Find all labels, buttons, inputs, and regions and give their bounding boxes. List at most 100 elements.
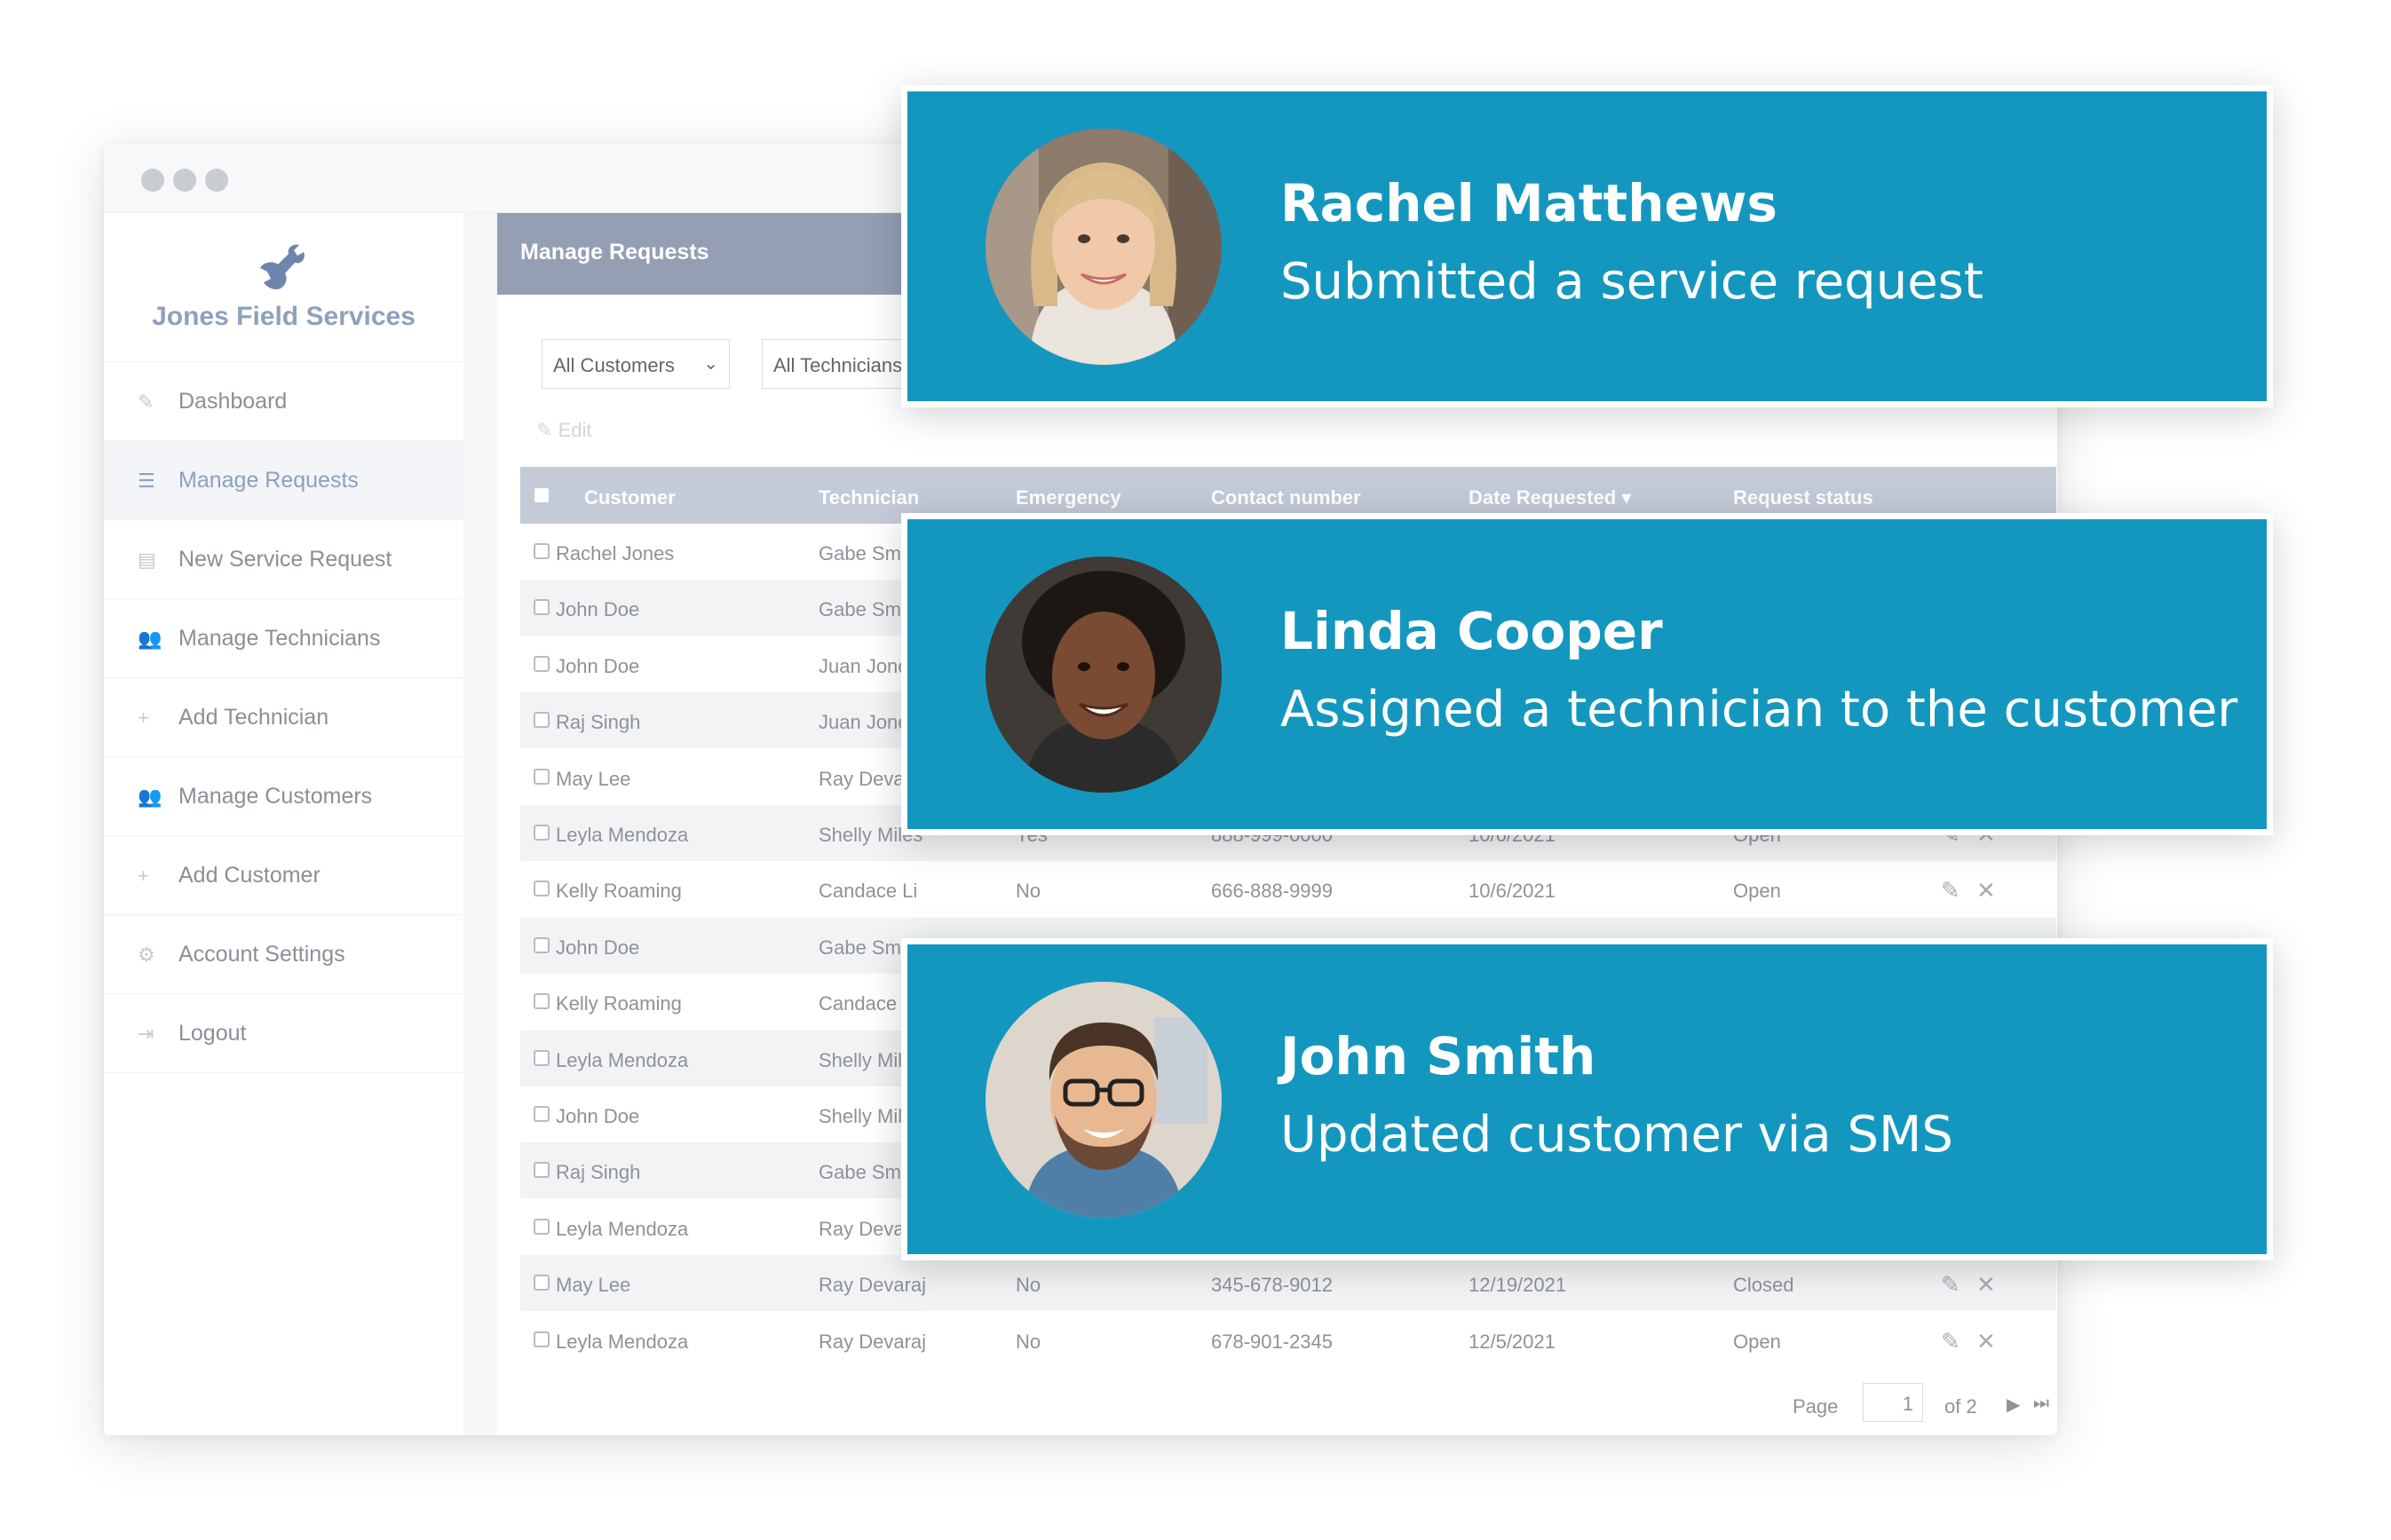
edit-row-icon[interactable]: ✎ xyxy=(1941,1328,1960,1355)
cell-customer: Kelly Roaming xyxy=(556,992,682,1015)
row-checkbox[interactable] xyxy=(534,655,550,672)
cell-customer: Leyla Mendoza xyxy=(556,824,689,846)
row-checkbox[interactable] xyxy=(534,1049,550,1066)
edit-row-icon[interactable]: ✎ xyxy=(1941,877,1960,904)
row-checkbox[interactable] xyxy=(534,1331,550,1347)
customer-filter-select[interactable]: All Customers ⌄ xyxy=(542,339,730,389)
last-page-icon[interactable]: ⏭ xyxy=(2033,1394,2049,1414)
notification-name: Linda Cooper xyxy=(1280,601,1663,661)
sidebar-item-new-service-request[interactable]: ▤ New Service Request xyxy=(104,520,463,599)
window-dot-close[interactable] xyxy=(141,169,164,192)
edit-label: Edit xyxy=(558,419,592,441)
notification-card[interactable]: Rachel Matthews Submitted a service requ… xyxy=(901,85,2273,407)
row-checkbox[interactable] xyxy=(534,712,550,729)
notification-name: John Smith xyxy=(1280,1026,1596,1086)
next-page-icon[interactable]: ▶ xyxy=(2007,1394,2020,1416)
user-plus-icon: + xyxy=(138,707,149,729)
cell-customer: John Doe xyxy=(556,1105,640,1127)
window-dot-minimize[interactable] xyxy=(173,169,196,192)
cell-contact: 345-678-9012 xyxy=(1211,1274,1334,1297)
brand[interactable]: Jones Field Services xyxy=(104,213,463,362)
col-customer[interactable]: Customer xyxy=(584,486,676,509)
sidebar: Jones Field Services ✎ Dashboard ☰ Manage R… xyxy=(104,213,463,1435)
sidebar-item-dashboard[interactable]: ✎ Dashboard xyxy=(104,362,463,441)
sidebar-item-label: Add Technician xyxy=(178,705,329,730)
row-checkbox[interactable] xyxy=(534,825,550,841)
technician-filter-value: All Technicians xyxy=(773,354,903,376)
edit-button[interactable]: ✎ Edit xyxy=(536,419,591,442)
sidebar-item-label: Add Customer xyxy=(178,863,321,888)
col-date-requested[interactable]: Date Requested ▾ xyxy=(1469,486,1631,509)
col-request-status[interactable]: Request status xyxy=(1733,486,1873,509)
sidebar-item-label: New Service Request xyxy=(178,547,392,572)
cell-customer: Leyla Mendoza xyxy=(556,1217,689,1240)
notification-card[interactable]: Linda Cooper Assigned a technician to th… xyxy=(901,513,2273,835)
sidebar-item-add-customer[interactable]: + Add Customer xyxy=(104,836,463,915)
cell-technician: Ray Devaraj xyxy=(819,1274,927,1297)
avatar xyxy=(986,982,1222,1218)
row-checkbox[interactable] xyxy=(534,599,550,616)
document-icon: ▤ xyxy=(138,549,156,571)
notification-message: Assigned a technician to the customer xyxy=(1280,681,2238,738)
sidebar-item-add-technician[interactable]: + Add Technician xyxy=(104,678,463,757)
chevron-down-icon: ⌄ xyxy=(703,354,718,374)
sidebar-item-manage-requests[interactable]: ☰ Manage Requests xyxy=(104,441,463,520)
sidebar-item-manage-customers[interactable]: 👥 Manage Customers xyxy=(104,757,463,836)
avatar xyxy=(986,129,1222,365)
row-checkbox[interactable] xyxy=(534,1275,550,1291)
cell-contact: 678-901-2345 xyxy=(1211,1330,1334,1353)
cell-status: Open xyxy=(1733,880,1781,903)
notification-card[interactable]: John Smith Updated customer via SMS xyxy=(901,938,2273,1260)
cell-customer: May Lee xyxy=(556,767,631,790)
sidebar-item-label: Dashboard xyxy=(178,389,288,414)
users-icon: 👥 xyxy=(138,786,162,808)
delete-row-icon[interactable]: ✕ xyxy=(1976,1328,1996,1355)
cell-customer: Leyla Mendoza xyxy=(556,1330,689,1353)
page-label: Page xyxy=(1793,1395,1839,1418)
row-checkbox[interactable] xyxy=(534,1218,550,1235)
avatar-linda-icon xyxy=(986,557,1222,793)
col-contact-number[interactable]: Contact number xyxy=(1211,486,1361,509)
table-row[interactable]: May Lee Ray Devaraj No 345-678-9012 12/19/20… xyxy=(520,1255,2056,1312)
sidebar-item-account-settings[interactable]: ⚙ Account Settings xyxy=(104,915,463,994)
cell-technician: Ray Devaraj xyxy=(819,1330,927,1353)
brand-name: Jones Field Services xyxy=(152,302,416,331)
cell-emergency: No xyxy=(1016,1274,1041,1297)
col-emergency[interactable]: Emergency xyxy=(1016,486,1121,509)
delete-row-icon[interactable]: ✕ xyxy=(1976,1271,1996,1299)
window-dot-maximize[interactable] xyxy=(205,169,228,192)
sidebar-item-logout[interactable]: ⇥ Logout xyxy=(104,994,463,1073)
delete-row-icon[interactable]: ✕ xyxy=(1976,877,1996,904)
table-row[interactable]: Kelly Roaming Candace Li No 666-888-9999 10/… xyxy=(520,861,2056,917)
row-checkbox[interactable] xyxy=(534,881,550,897)
cell-status: Closed xyxy=(1733,1274,1794,1297)
sidebar-item-manage-technicians[interactable]: 👥 Manage Technicians xyxy=(104,599,463,678)
cell-customer: John Doe xyxy=(556,654,640,677)
avatar-john-icon xyxy=(986,982,1222,1218)
select-all-checkbox[interactable] xyxy=(534,488,549,502)
table-row[interactable]: Leyla Mendoza Ray Devaraj No 678-901-2345 12… xyxy=(520,1312,2056,1368)
row-checkbox[interactable] xyxy=(534,768,550,785)
notification-message: Submitted a service request xyxy=(1280,253,1983,311)
page-number-input[interactable]: 1 xyxy=(1863,1383,1923,1422)
user-plus-icon: + xyxy=(138,865,149,887)
cell-customer: Rachel Jones xyxy=(556,542,675,565)
row-checkbox[interactable] xyxy=(534,1106,550,1122)
row-checkbox[interactable] xyxy=(534,936,550,953)
col-technician[interactable]: Technician xyxy=(819,486,919,509)
cell-date: 10/6/2021 xyxy=(1469,880,1556,903)
edit-row-icon[interactable]: ✎ xyxy=(1941,1271,1960,1299)
pencil-icon: ✎ xyxy=(138,391,154,413)
row-checkbox[interactable] xyxy=(534,543,550,559)
cell-customer: Raj Singh xyxy=(556,1161,641,1184)
sidebar-item-label: Manage Requests xyxy=(178,468,359,493)
sort-desc-icon: ▾ xyxy=(1621,486,1632,509)
row-checkbox[interactable] xyxy=(534,993,550,1010)
cell-customer: Raj Singh xyxy=(556,711,641,734)
cell-customer: Leyla Mendoza xyxy=(556,1048,689,1071)
pencil-icon: ✎ xyxy=(536,419,553,441)
list-icon: ☰ xyxy=(138,470,155,492)
users-icon: 👥 xyxy=(138,628,162,650)
row-checkbox[interactable] xyxy=(534,1162,550,1179)
cell-customer: John Doe xyxy=(556,936,640,959)
